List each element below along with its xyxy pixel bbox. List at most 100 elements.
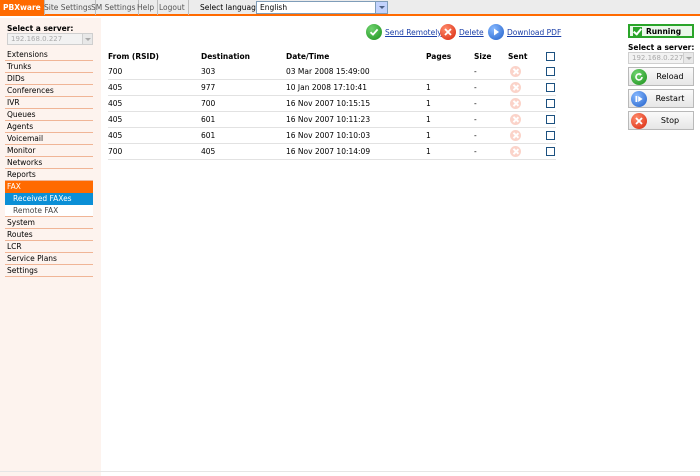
not-sent-icon [510,66,521,77]
right-server-select-value: 192.168.0.227 [632,54,684,62]
delete-button[interactable]: Delete [440,24,484,40]
sidebar-item-ivr[interactable]: IVR [5,97,93,109]
footer-divider [0,471,700,472]
top-nav-bar: PBXware Site Settings SM Settings Help L… [0,0,700,16]
sidebar-item-fax[interactable]: FAX [5,181,93,193]
cell-destination: 405 [201,147,216,156]
not-sent-icon [510,82,521,93]
table-row: 700 405 16 Nov 2007 10:14:09 1 - [108,144,556,160]
cell-from: 405 [108,115,123,124]
sidebar-item-extensions[interactable]: Extensions [5,49,93,61]
table-header: From (RSID) Destination Date/Time Pages … [108,49,556,64]
header-pages: Pages [426,52,452,61]
cell-size: - [474,147,477,156]
table-row: 405 977 10 Jan 2008 17:10:41 1 - [108,80,556,96]
cell-pages: 1 [426,131,431,140]
download-pdf-button[interactable]: Download PDF [488,24,561,40]
cell-from: 405 [108,83,123,92]
server-select-value: 192.168.0.227 [11,35,63,43]
cell-datetime: 03 Mar 2008 15:49:00 [286,67,370,76]
tab-pbxware[interactable]: PBXware [0,0,45,15]
sidebar-item-system[interactable]: System [5,217,93,229]
sidebar-item-dids[interactable]: DIDs [5,73,93,85]
sidebar-item-service-plans[interactable]: Service Plans [5,253,93,265]
cell-datetime: 16 Nov 2007 10:10:03 [286,131,371,140]
sidebar-item-networks[interactable]: Networks [5,157,93,169]
right-server-select-label: Select a server: [628,43,695,52]
language-value: English [260,3,288,12]
cell-size: - [474,115,477,124]
cell-size: - [474,83,477,92]
chevron-down-icon[interactable] [375,2,387,13]
sidebar-item-monitor[interactable]: Monitor [5,145,93,157]
sidebar-item-trunks[interactable]: Trunks [5,61,93,73]
reload-icon [631,69,647,85]
header-from: From (RSID) [108,52,159,61]
cell-datetime: 16 Nov 2007 10:11:23 [286,115,371,124]
sidebar-item-agents[interactable]: Agents [5,121,93,133]
delete-label: Delete [459,27,484,37]
sidebar-item-settings[interactable]: Settings [5,265,93,277]
row-checkbox[interactable] [546,99,555,108]
not-sent-icon [510,146,521,157]
cell-destination: 700 [201,99,216,108]
checkmark-icon [633,26,642,36]
sidebar-subitem-received-faxes[interactable]: Received FAXes [5,193,93,205]
header-datetime: Date/Time [286,52,330,61]
cell-datetime: 16 Nov 2007 10:14:09 [286,147,371,156]
not-sent-icon [510,130,521,141]
language-label: Select language: [200,3,263,12]
header-destination: Destination [201,52,250,61]
cell-destination: 303 [201,67,216,76]
cell-datetime: 10 Jan 2008 17:10:41 [286,83,368,92]
select-all-checkbox[interactable] [546,52,555,61]
table-row: 405 601 16 Nov 2007 10:10:03 1 - [108,128,556,144]
sidebar-item-lcr[interactable]: LCR [5,241,93,253]
status-badge: Running [628,24,694,38]
row-checkbox[interactable] [546,131,555,140]
tab-logout[interactable]: Logout [156,0,189,15]
sidebar-item-queues[interactable]: Queues [5,109,93,121]
received-faxes-table: From (RSID) Destination Date/Time Pages … [108,49,556,160]
cell-destination: 601 [201,131,216,140]
send-remotely-button[interactable]: Send Remotely [366,24,442,40]
tab-sm-settings[interactable]: SM Settings [88,0,140,15]
cell-from: 405 [108,99,123,108]
table-row: 405 601 16 Nov 2007 10:11:23 1 - [108,112,556,128]
restart-label: Restart [655,94,685,103]
send-remotely-label: Send Remotely [385,27,442,37]
cell-size: - [474,131,477,140]
cell-pages: 1 [426,83,431,92]
row-checkbox[interactable] [546,115,555,124]
download-pdf-label: Download PDF [507,27,562,37]
tab-help[interactable]: Help [134,0,159,15]
language-select[interactable]: English [256,1,388,14]
not-sent-icon [510,98,521,109]
row-checkbox[interactable] [546,147,555,156]
sidebar-item-voicemail[interactable]: Voicemail [5,133,93,145]
sidebar-item-routes[interactable]: Routes [5,229,93,241]
cell-destination: 977 [201,83,216,92]
chevron-down-icon[interactable] [683,53,693,63]
sidebar: Select a server: 192.168.0.227 Extension… [0,18,101,476]
cell-pages: 1 [426,147,431,156]
sidebar-item-conferences[interactable]: Conferences [5,85,93,97]
reload-button[interactable]: Reload [628,67,694,86]
cell-from: 700 [108,67,123,76]
restart-icon [631,91,647,107]
not-sent-icon [510,114,521,125]
stop-label: Stop [660,116,680,125]
server-select[interactable]: 192.168.0.227 [7,33,93,45]
sidebar-item-reports[interactable]: Reports [5,169,93,181]
play-icon [488,24,504,40]
chevron-down-icon[interactable] [82,34,92,44]
reload-label: Reload [656,72,684,81]
stop-button[interactable]: Stop [628,111,694,130]
checkmark-icon [366,24,382,40]
cell-datetime: 16 Nov 2007 10:15:15 [286,99,371,108]
restart-button[interactable]: Restart [628,89,694,108]
sidebar-subitem-remote-fax[interactable]: Remote FAX [5,205,93,217]
right-server-select[interactable]: 192.168.0.227 [628,52,694,64]
row-checkbox[interactable] [546,83,555,92]
row-checkbox[interactable] [546,67,555,76]
